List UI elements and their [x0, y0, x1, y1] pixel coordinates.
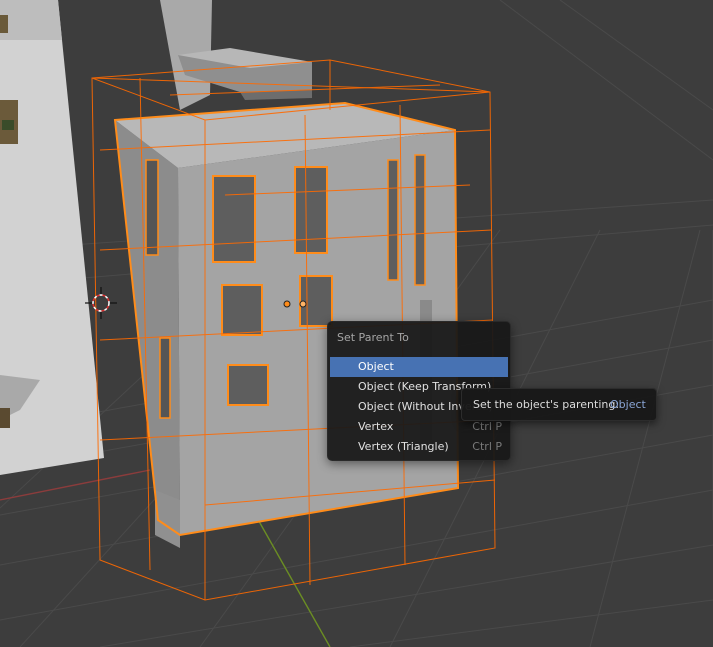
- menu-item-object[interactable]: Object: [330, 357, 508, 377]
- chimney[interactable]: [160, 0, 312, 110]
- menu-title: Set Parent To: [337, 331, 409, 344]
- sign-board[interactable]: [0, 0, 104, 475]
- menu-item-label: Object: [358, 360, 394, 373]
- 3d-cursor-icon[interactable]: [85, 287, 117, 319]
- menu-item-vertex-triangle[interactable]: Vertex (Triangle) Ctrl P: [330, 437, 508, 457]
- tooltip-value: Object: [610, 398, 646, 411]
- menu-item-label: Vertex (Triangle): [358, 440, 449, 453]
- tooltip: Set the object's parenting: Object: [461, 388, 657, 421]
- tooltip-text: Set the object's parenting:: [473, 398, 620, 411]
- menu-item-label: Vertex: [358, 420, 394, 433]
- menu-item-shortcut: Ctrl P: [472, 440, 502, 453]
